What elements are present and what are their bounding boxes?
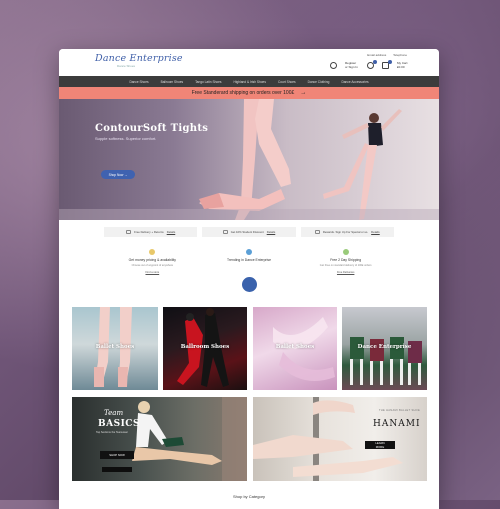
team-basics-dancer-image <box>102 397 247 481</box>
truck-icon <box>126 230 132 234</box>
trust-link[interactable]: Details <box>267 230 276 234</box>
heart-icon[interactable] <box>367 60 377 69</box>
website-page: Dance Enterprise Dance Shoes Email addre… <box>59 49 439 509</box>
banner-hanami[interactable]: THE HANAMI BALLET SHOE HANAMI LEARN MORE <box>253 397 427 481</box>
trending-icon <box>246 249 252 255</box>
wishlist-badge <box>373 60 377 64</box>
feature-pricing: Get money pricing & availability Choose … <box>104 243 201 291</box>
hero-banner: ContourSoft Tights Supple softness. Supe… <box>59 99 439 220</box>
feature-title: Get money pricing & availability <box>128 258 176 262</box>
trust-item-delivery[interactable]: Free Delivery + Returns Details <box>104 227 198 237</box>
shop-now-button[interactable]: SHOP NOW <box>100 451 134 459</box>
feature-link[interactable]: Find a store <box>104 271 201 274</box>
tile-label: Ballroom Shoes <box>180 344 230 350</box>
feature-shipping: Free 2 Day Shipping Get Free on standard… <box>297 243 394 291</box>
trust-label: Rewards. Sign Up For Special or so. <box>322 230 369 234</box>
tag-icon <box>222 230 228 234</box>
tile-label: Ballet Shoes <box>275 344 315 350</box>
cart-badge <box>388 60 392 64</box>
feature-title: Free 2 Day Shipping <box>330 258 362 262</box>
cart-icon[interactable] <box>382 60 392 69</box>
tile-label: Ballet Shoes <box>95 344 135 350</box>
shop-now-button[interactable]: Shop Now → <box>101 170 135 179</box>
trust-link[interactable]: Details <box>167 230 176 234</box>
hero-title: ContourSoft Tights <box>95 123 209 134</box>
site-header: Dance Enterprise Dance Shoes Email addre… <box>59 49 439 76</box>
tile-label: Dance Enterprise <box>357 344 412 350</box>
category-tile-ballet-shoes[interactable]: Ballet Shoes <box>72 307 158 390</box>
category-tile-ballet-shoes-2[interactable]: Ballet Shoes <box>253 307 337 390</box>
learn-more-button[interactable]: LEARN MORE <box>365 441 395 449</box>
carousel-dot-button[interactable] <box>242 277 257 292</box>
trust-label: Free Delivery + Returns <box>134 230 164 234</box>
cart-label[interactable]: My Cart £0.00 <box>397 61 409 69</box>
email-link[interactable]: Email address <box>367 53 386 57</box>
trust-label: Get 10% Student Discount <box>230 230 264 234</box>
arrow-right-icon: → <box>300 90 307 96</box>
feature-desc: Choose out of anypoint of anywhere <box>131 264 174 267</box>
header-icons: Register or Sign In My Cart £0.00 <box>330 60 409 69</box>
promo-banner[interactable]: Free Standerard shipping on orders over … <box>59 87 439 99</box>
promo-text: Free Standerard shipping on orders over … <box>191 90 295 96</box>
trust-item-discount[interactable]: Get 10% Student Discount Details <box>202 227 296 237</box>
trust-bar: Free Delivery + Returns Details Get 10% … <box>104 227 394 237</box>
nav-item-highland-irish[interactable]: Highland & Irish Shoes <box>234 80 266 84</box>
nav-item-tango-latin[interactable]: Tango Latin Shoes <box>195 80 221 84</box>
feature-title: Trending in Dance Enterprise <box>227 258 271 262</box>
banner-eyebrow: THE HANAMI BALLET SHOE <box>379 409 420 412</box>
store-icon <box>149 249 156 255</box>
site-logo[interactable]: Dance Enterprise <box>95 53 183 64</box>
nav-item-court-shoes[interactable]: Court Shoes <box>278 80 296 84</box>
feature-link[interactable]: Free Deliveries <box>297 271 394 274</box>
account-label[interactable]: Register or Sign In <box>345 61 359 69</box>
hero-subtitle: Supple softness. Superior comfort. <box>95 136 157 141</box>
nav-item-dance-accessories[interactable]: Dance Accessories <box>341 80 368 84</box>
main-nav: Dance Shoes Ballroom Shoes Tango Latin S… <box>59 76 439 87</box>
banner-title: HANAMI <box>373 419 421 429</box>
top-links: Email address Telephone <box>361 53 407 57</box>
nav-item-dance-clothing[interactable]: Dance Clothing <box>308 80 330 84</box>
telephone-link[interactable]: Telephone <box>393 53 407 57</box>
nav-item-dance-shoes[interactable]: Dance Shoes <box>129 80 148 84</box>
nav-item-ballroom-shoes[interactable]: Ballroom Shoes <box>161 80 184 84</box>
banner-team-basics[interactable]: Team BASICS Tap Sections the Teamwear SH… <box>72 397 247 481</box>
banner-title: BASICS <box>98 419 140 429</box>
category-tile-dance-enterprise[interactable]: Dance Enterprise <box>342 307 427 390</box>
banner-line1: Team <box>104 409 124 417</box>
logo-subtitle: Dance Shoes <box>117 64 136 68</box>
shipping-icon <box>342 249 349 255</box>
category-tile-ballroom-shoes[interactable]: Ballroom Shoes <box>163 307 247 390</box>
trust-link[interactable]: Details <box>371 230 380 234</box>
section-title: Shop by Category <box>232 494 266 499</box>
trust-item-rewards[interactable]: Rewards. Sign Up For Special or so. Deta… <box>300 227 394 237</box>
hero-dancer-image <box>59 99 439 220</box>
banner-caption: Tap Sections the Teamwear <box>96 431 128 434</box>
user-icon[interactable] <box>330 62 337 69</box>
feature-desc: Get Free on standard delivery of 100£ or… <box>319 264 372 267</box>
gift-icon <box>314 230 320 234</box>
